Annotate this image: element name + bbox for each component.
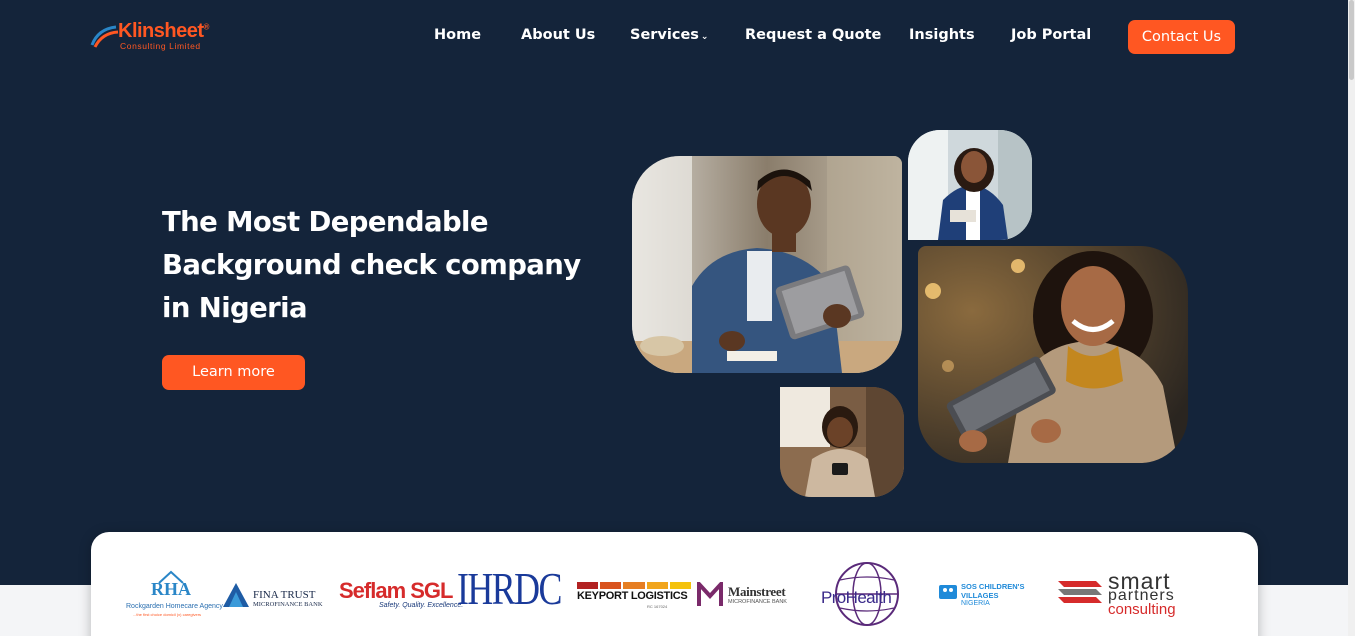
- hero-photo-man-tablet: [632, 156, 902, 373]
- keyport-color-bar: [577, 582, 692, 589]
- triangle-logo-icon: [223, 583, 249, 607]
- sos-family-icon: [939, 585, 957, 599]
- seflam-name: Seflam SGL: [339, 578, 453, 603]
- mainstreet-m-icon: [697, 582, 723, 606]
- headline-line: The Most Dependable: [162, 206, 489, 238]
- finatrust-name: FINA TRUST: [253, 589, 316, 601]
- scrollbar-thumb[interactable]: [1349, 0, 1354, 80]
- mainstreet-name: Mainstreet: [728, 584, 786, 599]
- partner-logo-smart-partners: smart partners consulting: [1056, 568, 1231, 622]
- partner-logo-prohealth: ProHealth: [821, 560, 926, 632]
- partner-logo-seflam: Seflam SGL Safety. Quality. Excellence.: [339, 578, 463, 614]
- nav-job-portal[interactable]: Job Portal: [1011, 27, 1091, 43]
- nav-services-label: Services: [630, 27, 699, 43]
- page-scrollbar[interactable]: [1348, 0, 1355, 636]
- partner-logo-ihrdc: IHRDC: [457, 563, 577, 626]
- partner-logo-sos: SOS CHILDREN'S VILLAGES NIGERIA: [939, 582, 1049, 612]
- nav-request-quote[interactable]: Request a Quote: [745, 27, 881, 43]
- nav-about-us[interactable]: About Us: [521, 27, 595, 43]
- keyport-sub: RC 167024: [647, 604, 668, 609]
- partner-logo-keyport: KEYPORT LOGISTICS RC 167024: [577, 582, 695, 610]
- rha-tagline: ...the first choice domicil (x) caregive…: [133, 612, 202, 617]
- smart-stack-icon: [1058, 581, 1102, 603]
- finatrust-sub: MICROFINANCE BANK: [253, 601, 323, 608]
- hero-photo-man-phone: [780, 387, 904, 497]
- rha-name: Rockgarden Homecare Agency: [126, 603, 223, 610]
- headline-line: Background check company: [162, 249, 581, 281]
- partner-logo-strip: RHA Rockgarden Homecare Agency ...the fi…: [91, 532, 1258, 636]
- keyport-name: KEYPORT LOGISTICS: [577, 590, 688, 602]
- hero-photo-woman-tablet: [918, 246, 1188, 463]
- smart-line3: consulting: [1108, 601, 1176, 618]
- nav-home[interactable]: Home: [434, 27, 481, 43]
- chevron-down-icon: ⌄: [700, 32, 709, 42]
- sos-line2: VILLAGES: [961, 591, 999, 600]
- seflam-tagline: Safety. Quality. Excellence.: [379, 602, 464, 609]
- logo-mark-icon: [90, 25, 119, 48]
- logo-brand: Klinsheet®: [118, 20, 209, 42]
- ihrdc-name: IHRDC: [457, 563, 562, 614]
- learn-more-button[interactable]: Learn more: [162, 355, 305, 390]
- rha-mark: RHA: [151, 579, 191, 599]
- sos-line3: NIGERIA: [961, 600, 990, 607]
- mainstreet-sub: MICROFINANCE BANK: [728, 599, 787, 605]
- partner-logo-mainstreet: Mainstreet MICROFINANCE BANK: [697, 582, 802, 612]
- logo-tagline: Consulting Limited: [120, 41, 201, 51]
- headline-line: in Nigeria: [162, 292, 308, 324]
- contact-us-button[interactable]: Contact Us: [1128, 20, 1235, 54]
- hero-photo-woman-blazer: [908, 130, 1032, 240]
- nav-insights[interactable]: Insights: [909, 27, 975, 43]
- partner-logo-rha: RHA Rockgarden Homecare Agency ...the fi…: [123, 570, 223, 622]
- partner-logo-finatrust: FINA TRUST MICROFINANCE BANK: [222, 582, 337, 612]
- hero-headline: The Most Dependable Background check com…: [162, 201, 612, 330]
- prohealth-name: ProHealth: [821, 588, 892, 607]
- sos-line1: SOS CHILDREN'S: [961, 582, 1025, 591]
- nav-services[interactable]: Services ⌄: [630, 27, 708, 43]
- site-logo[interactable]: Klinsheet® Consulting Limited: [90, 20, 230, 54]
